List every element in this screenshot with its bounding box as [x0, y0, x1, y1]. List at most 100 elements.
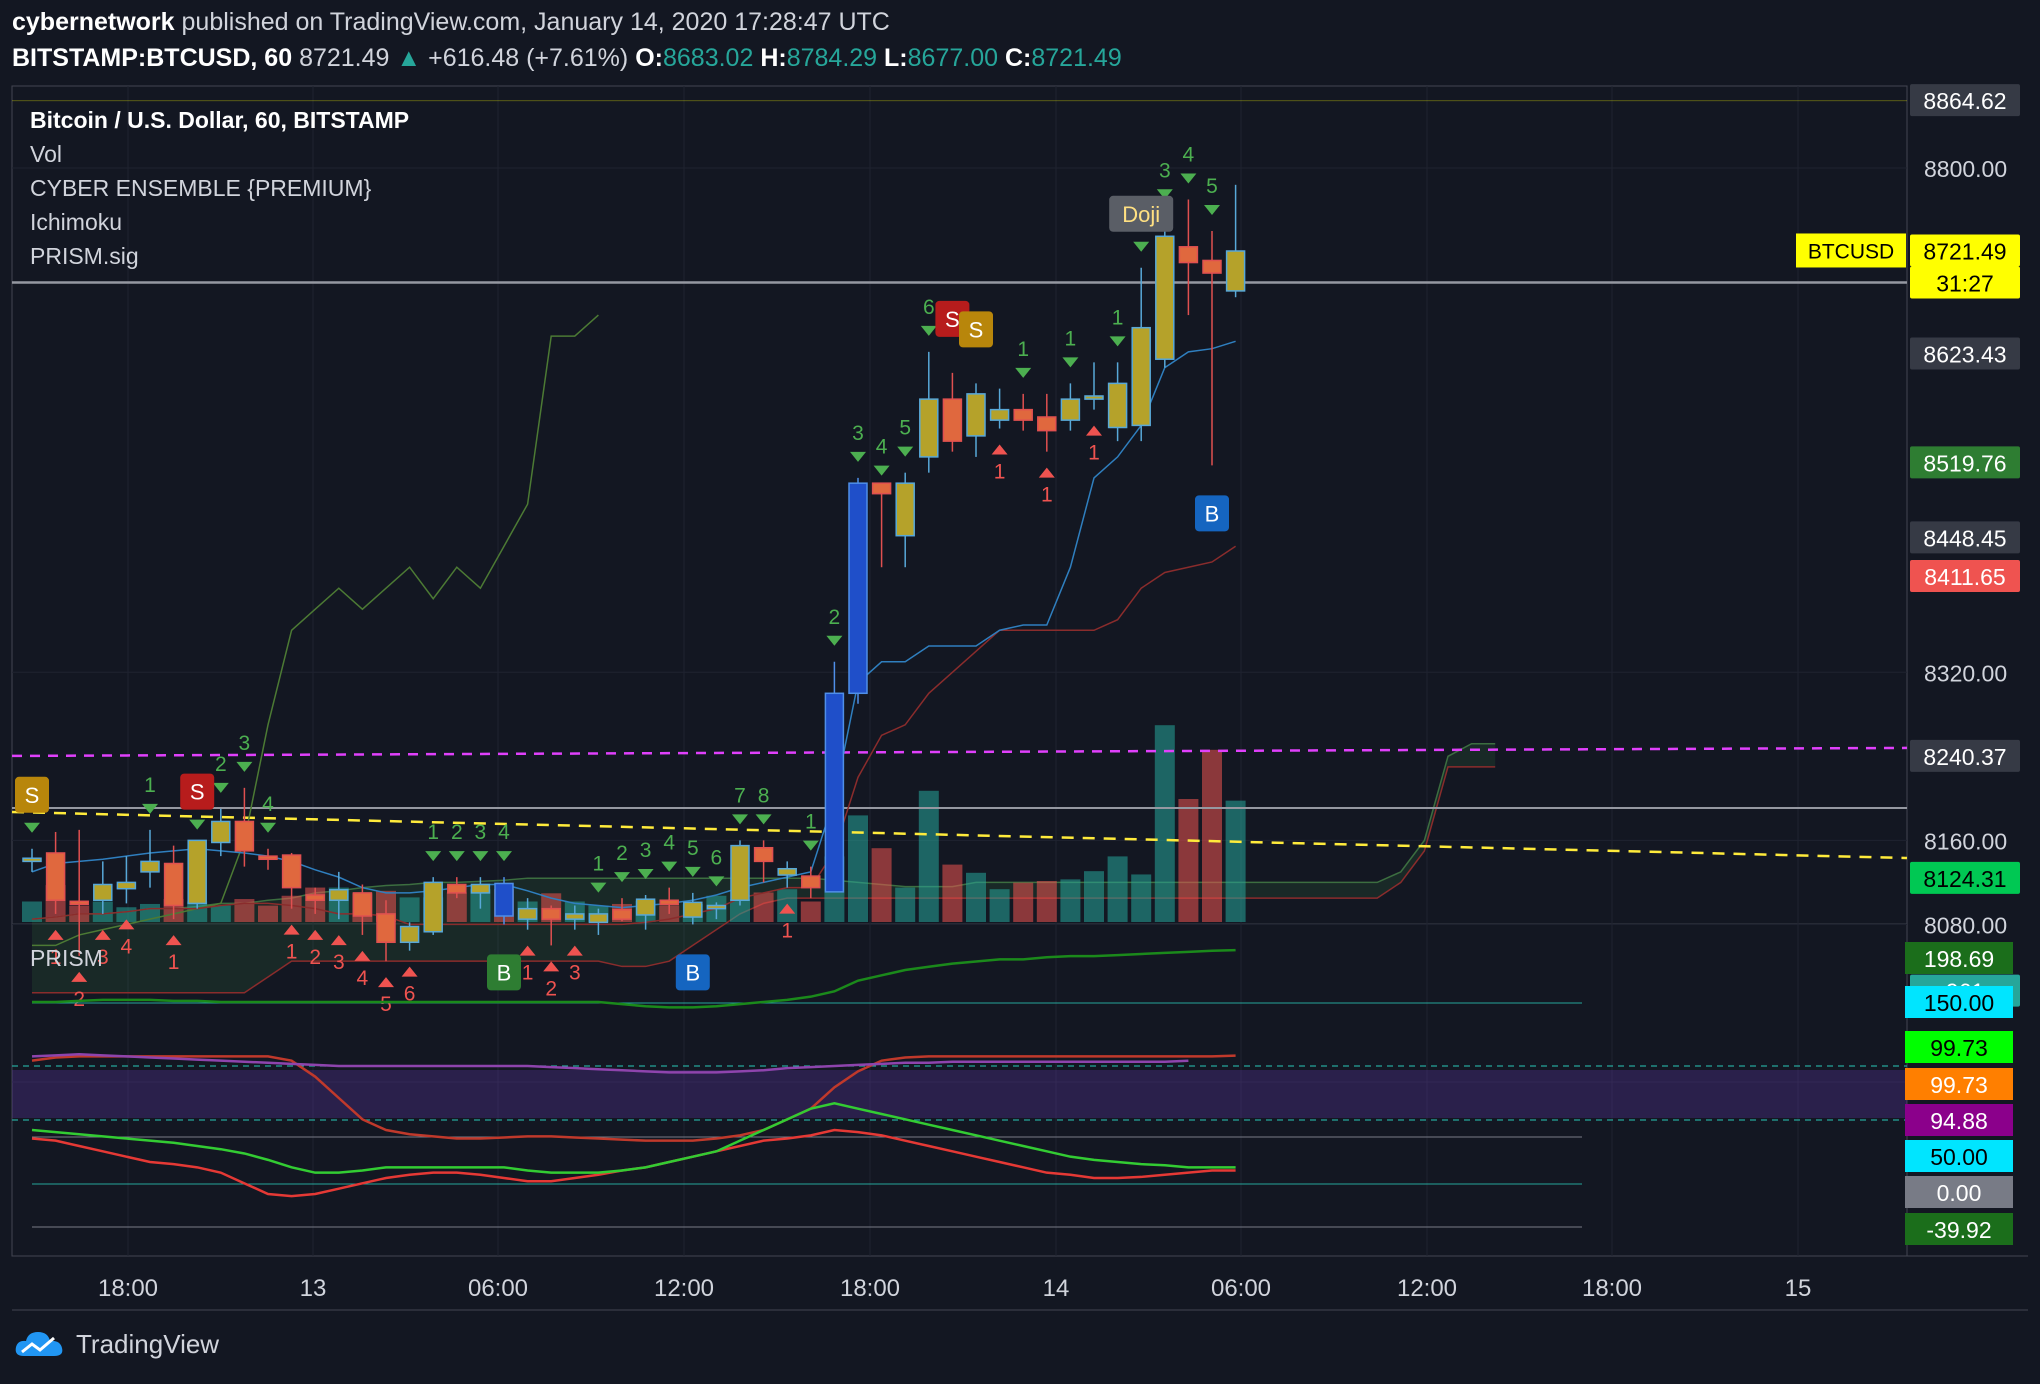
price-tag-label: 8240.37 — [1923, 744, 2006, 770]
prism-value-label: 50.00 — [1930, 1144, 1988, 1170]
buy-count-label: 1 — [286, 941, 298, 964]
sell-count-label: 3 — [475, 821, 487, 844]
buy-count-label: 4 — [121, 935, 133, 958]
candle-body — [635, 898, 656, 916]
x-tick-label: 13 — [300, 1275, 327, 1302]
x-tick-label: 18:00 — [98, 1275, 158, 1302]
volume-bar — [1178, 799, 1199, 922]
buy-count-label: 3 — [569, 962, 581, 985]
candle-body — [1084, 395, 1104, 400]
candle-body — [753, 846, 774, 863]
price-tag-label: 8623.43 — [1923, 341, 2006, 367]
legend-item: Ichimoku — [30, 209, 122, 235]
volume-bar — [1107, 856, 1128, 922]
footer-brand-text: TradingView — [76, 1328, 220, 1359]
candle-body — [22, 857, 42, 863]
x-tick-label: 18:00 — [840, 1275, 900, 1302]
candle-body — [470, 883, 491, 894]
candle-body — [1013, 408, 1033, 421]
signal-badge-label: S — [945, 307, 960, 332]
sell-count-label: 3 — [1159, 159, 1171, 182]
sell-count-arrow-icon — [897, 446, 914, 457]
sell-count-label: 6 — [923, 296, 935, 319]
candle-body — [541, 907, 561, 920]
sell-count-label: 3 — [239, 732, 251, 755]
buy-count-arrow-icon — [1038, 467, 1055, 478]
legend-item: PRISM.sig — [30, 243, 139, 269]
legend-item: Bitcoin / U.S. Dollar, 60, BITSTAMP — [30, 107, 409, 133]
sell-count-label: 1 — [427, 821, 439, 844]
sell-count-arrow-icon — [1015, 367, 1032, 378]
y-tick-label: 8080.00 — [1924, 912, 2007, 938]
candle-body — [659, 899, 679, 906]
chart-canvas[interactable]: 18:00 13 06:00 12:00 18:00 14 06:00 12:00 18:00 1… — [0, 0, 2040, 1384]
sell-count-label: 1 — [1065, 327, 1077, 350]
buy-count-label: 3 — [333, 951, 345, 974]
candle-body — [211, 820, 231, 844]
candle-body — [942, 398, 963, 442]
candle-body — [919, 398, 939, 458]
volume-bar — [258, 905, 278, 922]
y-tick-label: 8160.00 — [1924, 828, 2007, 854]
buy-count-arrow-icon — [991, 444, 1008, 455]
price-tag-label: 8124.31 — [1923, 866, 2006, 892]
sell-count-label: 8 — [758, 784, 770, 807]
candle-body — [140, 860, 160, 873]
sell-count-label: 1 — [805, 811, 817, 834]
prism-value-label: 150.00 — [1924, 990, 1994, 1016]
sell-count-label: 2 — [451, 821, 463, 844]
candle-body — [1178, 246, 1199, 264]
sell-count-label: 2 — [616, 842, 628, 865]
x-tick-label: 14 — [1043, 1275, 1070, 1302]
candle-body — [966, 393, 986, 437]
candle-body — [1037, 416, 1057, 432]
sell-count-arrow-icon — [755, 814, 772, 825]
volume-bar — [1036, 881, 1057, 922]
sell-count-arrow-icon — [1062, 357, 1079, 368]
prism-value-label: 99.73 — [1930, 1035, 1988, 1061]
volume-bar — [871, 848, 892, 922]
volume-bar — [1225, 800, 1246, 922]
signal-badge-label: B — [497, 960, 512, 985]
price-tag-label: 8448.45 — [1923, 525, 2006, 551]
legend-item: CYBER ENSEMBLE {PREMIUM} — [30, 175, 372, 201]
buy-count-label: 1 — [1088, 442, 1100, 465]
prism-title: PRISM — [30, 945, 103, 971]
chikou-span — [32, 314, 599, 947]
buy-count-label: 1 — [994, 461, 1006, 484]
sell-count-arrow-icon — [212, 782, 229, 793]
candle-body — [1155, 235, 1175, 360]
prism-value-label: 94.88 — [1930, 1108, 1988, 1134]
buy-count-label: 1 — [522, 962, 534, 985]
volume-bar — [1060, 879, 1081, 922]
yellow-trend-line — [11, 810, 1908, 860]
prism-value-label: 198.69 — [1924, 946, 1994, 972]
candle-body — [706, 904, 727, 910]
candle-body — [281, 854, 302, 889]
buy-count-label: 2 — [545, 977, 557, 1000]
y-tick-label: 8800.00 — [1924, 156, 2007, 182]
sell-count-arrow-icon — [850, 451, 866, 462]
signal-badge-label: B — [685, 960, 700, 985]
candle-body — [305, 894, 325, 902]
sell-count-arrow-icon — [236, 761, 253, 772]
candle-body — [258, 855, 278, 861]
symbol-tag-label: BTCUSD — [1808, 240, 1894, 263]
footer-brand[interactable]: TradingView — [14, 1328, 219, 1360]
volume-bar — [895, 887, 916, 922]
candle-body — [494, 882, 514, 917]
buy-count-label: 1 — [1041, 484, 1053, 507]
y-tick-label: 8320.00 — [1924, 660, 2007, 686]
candle-body — [1131, 326, 1151, 427]
sell-count-arrow-icon — [425, 851, 442, 862]
candle-body — [329, 888, 349, 902]
x-tick-label: 12:00 — [654, 1275, 714, 1302]
sell-count-label: 1 — [144, 774, 156, 797]
sell-count-label: 2 — [829, 606, 841, 629]
price-tag-label: 8411.65 — [1924, 564, 2005, 590]
signal-badge-label: Doji — [1122, 202, 1160, 227]
volume-bar — [918, 790, 939, 922]
candle-body — [1060, 398, 1081, 421]
sell-count-arrow-icon — [1133, 241, 1150, 252]
prism-band — [12, 1070, 1907, 1118]
